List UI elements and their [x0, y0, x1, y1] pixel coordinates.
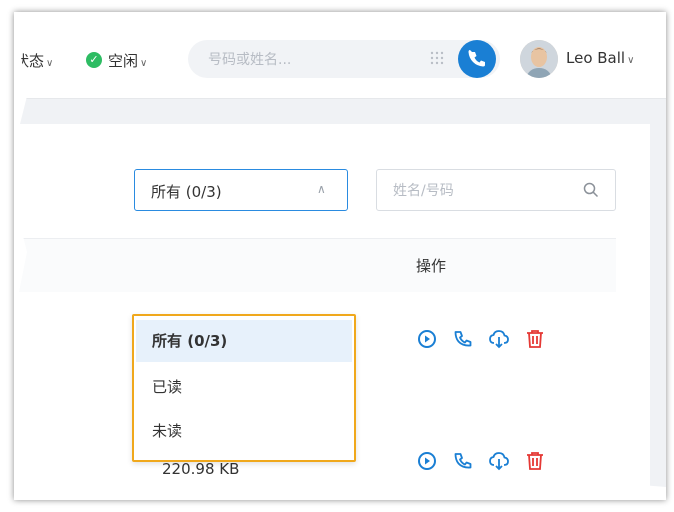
torn-edge-decoration — [14, 12, 666, 500]
app-window: 状态 ∨ ✓ 空闲 ∨ 号码或姓名... Leo Ball ∨ 所有 (0/3)… — [14, 12, 666, 500]
